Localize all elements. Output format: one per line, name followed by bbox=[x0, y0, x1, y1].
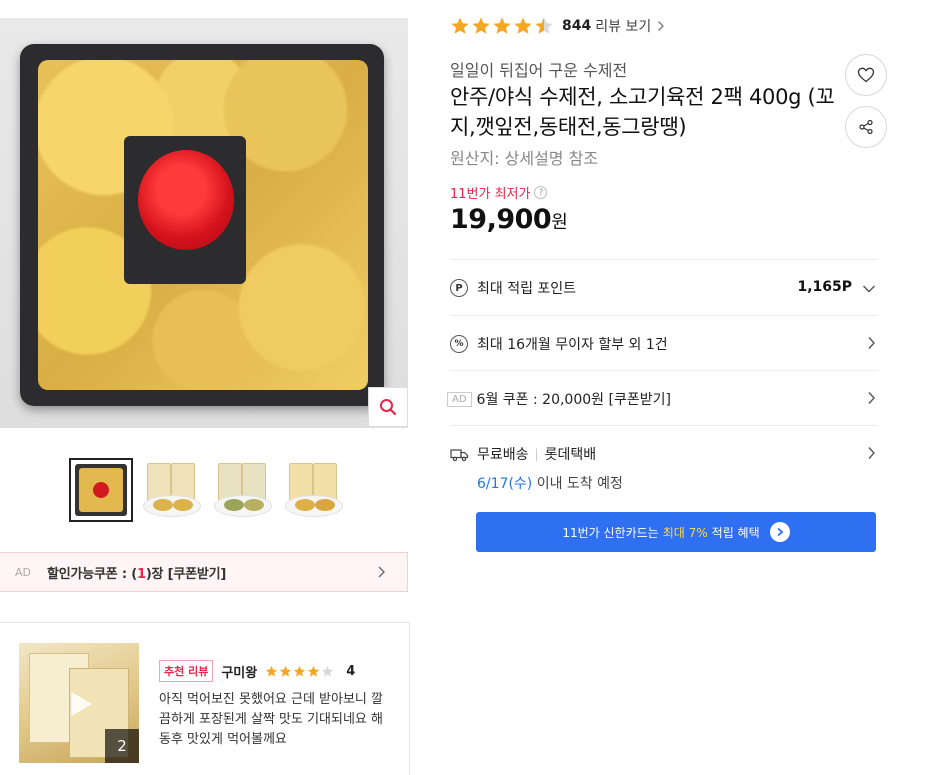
review-count[interactable]: 844 bbox=[562, 18, 591, 34]
thumbnail-2[interactable] bbox=[140, 458, 204, 522]
ad-label: AD bbox=[15, 565, 31, 579]
installment-row[interactable]: % 최대 16개월 무이자 할부 외 1건 bbox=[450, 315, 878, 370]
price: 19,900원 bbox=[450, 204, 568, 235]
image-tray bbox=[20, 44, 384, 406]
installment-label: 최대 16개월 무이자 할부 외 1건 bbox=[477, 337, 668, 353]
review-photo[interactable]: 2 bbox=[19, 643, 139, 763]
heart-icon bbox=[857, 67, 875, 83]
main-product-image[interactable] bbox=[0, 18, 408, 428]
star-icon bbox=[514, 17, 532, 34]
star-icon bbox=[322, 665, 334, 677]
review-score: 4 bbox=[346, 663, 356, 679]
chevron-down-icon bbox=[863, 285, 875, 293]
thumbnail-strip bbox=[69, 458, 346, 522]
zoom-icon bbox=[380, 399, 397, 416]
card-banner-suffix: 적립 혜택 bbox=[711, 525, 760, 540]
seller-name[interactable]: 일일이 뒤집어 구운 수제전 bbox=[450, 57, 627, 81]
discount-coupon-bar[interactable]: AD 할인가능쿠폰 : (1)장 [쿠폰받기] bbox=[0, 552, 408, 592]
coupon-row[interactable]: AD 6월 쿠폰 : 20,000원 [쿠폰받기] bbox=[447, 370, 878, 425]
origin-info: 원산지: 상세설명 참조 bbox=[450, 149, 599, 168]
chevron-right-icon bbox=[868, 447, 875, 459]
star-icon bbox=[535, 17, 553, 34]
rating-stars bbox=[450, 16, 554, 36]
arrival-date: 6/17(수) bbox=[477, 476, 533, 492]
percent-icon: % bbox=[450, 335, 468, 353]
coupon-label: 6월 쿠폰 : 20,000원 [쿠폰받기] bbox=[476, 392, 671, 408]
card-benefit-banner[interactable]: 11번가 신한카드는 최대 7% 적립 혜택 bbox=[476, 512, 876, 552]
chevron-right-icon bbox=[868, 392, 875, 404]
card-banner-highlight: 최대 7% bbox=[662, 525, 708, 540]
image-sauce bbox=[138, 150, 234, 250]
recommended-badge: 추천 리뷰 bbox=[159, 660, 214, 682]
points-label: 최대 적립 포인트 bbox=[477, 281, 577, 297]
reviewer-name: 구미왕 bbox=[221, 665, 258, 681]
chevron-right-icon bbox=[378, 566, 385, 578]
thumbnail-3[interactable] bbox=[211, 458, 275, 522]
share-button[interactable] bbox=[845, 106, 887, 148]
review-card[interactable]: 2 추천 리뷰 구미왕 4 아직 먹어보진 못했어요 근데 받아보니 깔끔하게 … bbox=[0, 622, 410, 775]
star-icon bbox=[266, 665, 278, 677]
review-stars bbox=[265, 665, 334, 678]
wishlist-button[interactable] bbox=[845, 54, 887, 96]
arrival-estimate: 6/17(수) 이내 도착 예정 bbox=[477, 476, 623, 492]
star-icon bbox=[308, 665, 320, 677]
coupon-text: 할인가능쿠폰 : (1)장 [쿠폰받기] bbox=[47, 566, 227, 582]
lowest-price-label: 11번가 최저가 ? bbox=[450, 183, 548, 202]
chevron-right-icon[interactable] bbox=[657, 20, 665, 32]
chevron-right-icon bbox=[868, 337, 875, 349]
star-icon bbox=[294, 665, 306, 677]
review-header: 추천 리뷰 구미왕 4 bbox=[159, 660, 355, 682]
truck-icon bbox=[450, 448, 469, 461]
free-shipping-label: 무료배송 bbox=[477, 447, 529, 463]
zoom-button[interactable] bbox=[368, 387, 408, 427]
coupon-count: 1 bbox=[136, 566, 146, 582]
point-icon: P bbox=[450, 279, 468, 297]
points-row[interactable]: P 최대 적립 포인트 1,165P bbox=[450, 259, 878, 315]
review-text: 아직 먹어보진 못했어요 근데 받아보니 깔끔하게 포장된게 살짝 맛도 기대되… bbox=[159, 692, 383, 747]
star-icon bbox=[472, 17, 490, 34]
ad-label: AD bbox=[447, 391, 472, 407]
carrier-label: 롯데택배 bbox=[544, 447, 597, 463]
star-icon bbox=[493, 17, 511, 34]
help-icon[interactable]: ? bbox=[534, 186, 548, 199]
arrow-right-icon bbox=[769, 522, 790, 542]
thumbnail-4[interactable] bbox=[282, 458, 346, 522]
price-unit: 원 bbox=[551, 212, 568, 233]
play-icon bbox=[71, 692, 92, 716]
thumbnail-1[interactable] bbox=[69, 458, 133, 522]
product-title: 안주/야식 수제전, 소고기육전 2팩 400g (꼬지,깻잎전,동태전,동그랑… bbox=[450, 85, 835, 139]
price-value: 19,900 bbox=[450, 204, 552, 235]
share-icon bbox=[859, 119, 873, 135]
card-banner-text: 11번가 신한카드는 bbox=[562, 525, 659, 540]
photo-count: 2 bbox=[105, 729, 139, 763]
shipping-row[interactable]: 무료배송 | 롯데택배 6/17(수) 이내 도착 예정 bbox=[450, 425, 878, 505]
review-link[interactable]: 리뷰 보기 bbox=[595, 16, 651, 36]
points-value: 1,165P bbox=[797, 279, 852, 295]
star-icon bbox=[451, 17, 469, 34]
rating-row: 844 리뷰 보기 bbox=[450, 16, 665, 36]
star-icon bbox=[280, 665, 292, 677]
